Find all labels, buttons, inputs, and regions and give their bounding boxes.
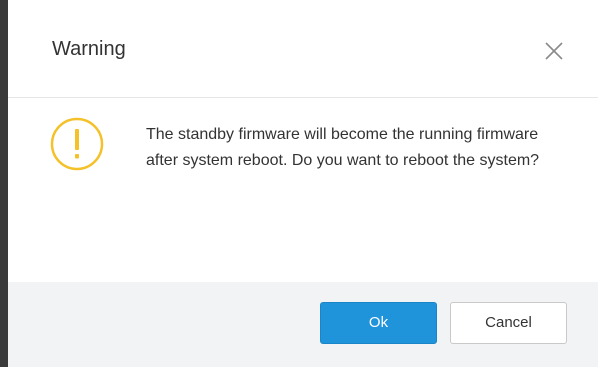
dialog-body: The standby firmware will become the run…	[8, 98, 598, 282]
dialog-header: Warning	[8, 0, 598, 98]
dialog-message: The standby firmware will become the run…	[146, 126, 540, 169]
dialog-footer: Ok Cancel	[8, 282, 598, 367]
exclamation-circle-icon	[50, 117, 104, 171]
warning-dialog: Warning The standby firmware will become…	[8, 0, 598, 367]
ok-button[interactable]: Ok	[320, 302, 437, 344]
dialog-title: Warning	[52, 38, 126, 60]
close-button[interactable]	[543, 40, 565, 62]
cancel-button[interactable]: Cancel	[450, 302, 567, 344]
close-icon	[545, 42, 563, 60]
